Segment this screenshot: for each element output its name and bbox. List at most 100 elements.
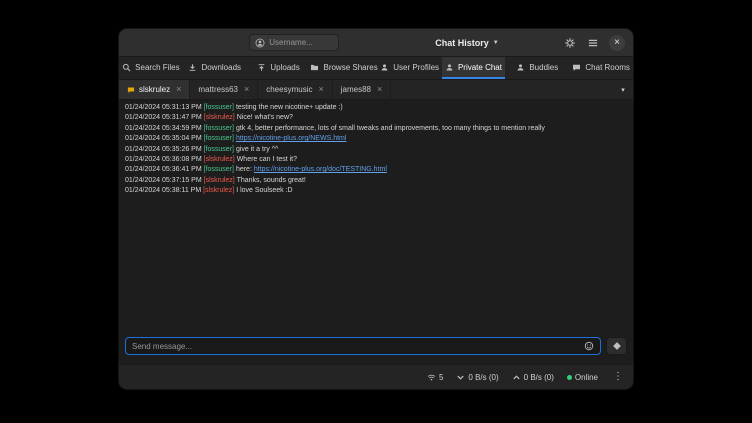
upload-rate: 0 B/s (0) xyxy=(524,373,554,382)
hamburger-menu-icon xyxy=(587,37,599,49)
window-close-button[interactable]: × xyxy=(609,35,625,51)
chat-message: 01/24/2024 05:36:41 PM [fossuser] here: … xyxy=(125,165,627,175)
tab-label: Uploads xyxy=(270,63,299,72)
message-timestamp: 01/24/2024 05:36:08 PM xyxy=(125,156,204,163)
tab-buddies[interactable]: Buddies xyxy=(505,57,569,79)
network-icon xyxy=(427,373,436,382)
message-link[interactable]: https://nicotine-plus.org/NEWS.html xyxy=(236,135,347,142)
tab-user-profiles[interactable]: User Profiles xyxy=(378,57,442,79)
chat-tab-james88[interactable]: james88 × xyxy=(333,80,392,99)
close-tab-icon[interactable]: × xyxy=(176,85,181,94)
message-text: Where can I test it? xyxy=(237,156,297,163)
tab-browse-shares[interactable]: Browse Shares xyxy=(310,57,377,79)
emoji-picker-button[interactable] xyxy=(584,341,594,351)
tab-chat-rooms[interactable]: Chat Rooms xyxy=(569,57,633,79)
headerbar: Username... Chat History ▼ × xyxy=(119,29,633,57)
message-timestamp: 01/24/2024 05:36:41 PM xyxy=(125,166,204,173)
username-entry[interactable]: Username... xyxy=(249,34,339,51)
chat-log[interactable]: 01/24/2024 05:31:13 PM [fossuser] testin… xyxy=(119,100,633,333)
tab-label: Chat Rooms xyxy=(585,63,629,72)
status-menu-button[interactable]: ⋮ xyxy=(611,372,625,382)
message-timestamp: 01/24/2024 05:35:04 PM xyxy=(125,135,204,142)
chat-message: 01/24/2024 05:36:08 PM [slskrulez] Where… xyxy=(125,155,627,165)
message-link[interactable]: https://nicotine-plus.org/doc/TESTING.ht… xyxy=(254,166,387,173)
close-tab-icon[interactable]: × xyxy=(318,85,323,94)
chat-message: 01/24/2024 05:38:11 PM [slskrulez] I lov… xyxy=(125,186,627,196)
message-nick: [slskrulez] xyxy=(204,156,235,163)
avatar-icon xyxy=(255,38,265,48)
chat-history-button[interactable]: Chat History ▼ xyxy=(431,36,502,50)
download-rate-status[interactable]: 0 B/s (0) xyxy=(456,373,498,382)
chat-message: 01/24/2024 05:31:47 PM [slskrulez] Nice!… xyxy=(125,113,627,123)
chat-tab-label: mattress63 xyxy=(198,85,238,94)
message-text: give it a try ^^ xyxy=(236,146,278,153)
preferences-button[interactable] xyxy=(563,36,577,50)
download-icon xyxy=(188,63,197,72)
message-text: I love Soulseek :D xyxy=(236,187,292,194)
chat-tab-slskrulez[interactable]: slskrulez × xyxy=(119,80,190,99)
chat-tab-label: james88 xyxy=(341,85,371,94)
download-rate: 0 B/s (0) xyxy=(468,373,498,382)
hilite-icon xyxy=(127,86,135,94)
tab-downloads[interactable]: Downloads xyxy=(183,57,247,79)
gear-icon xyxy=(564,37,576,49)
message-timestamp: 01/24/2024 05:35:26 PM xyxy=(125,146,204,153)
status-bar-right: 5 0 B/s (0) 0 B/s (0) Online ⋮ xyxy=(427,372,625,382)
close-icon: × xyxy=(614,35,620,50)
tab-label: User Profiles xyxy=(393,63,439,72)
chat-history-label: Chat History xyxy=(435,38,489,48)
chat-tab-mattress63[interactable]: mattress63 × xyxy=(190,80,258,99)
message-timestamp: 01/24/2024 05:37:15 PM xyxy=(125,177,204,184)
message-timestamp: 01/24/2024 05:38:11 PM xyxy=(125,187,203,194)
chevron-down-icon: ▼ xyxy=(493,40,499,46)
message-nick: [slskrulez] xyxy=(204,177,235,184)
message-placeholder: Send message... xyxy=(132,342,580,351)
message-nick: [fossuser] xyxy=(204,135,234,142)
tab-label: Browse Shares xyxy=(323,63,377,72)
tab-label: Downloads xyxy=(201,63,241,72)
online-dot-icon xyxy=(567,375,572,380)
upload-rate-status[interactable]: 0 B/s (0) xyxy=(512,373,554,382)
person-icon xyxy=(516,63,525,72)
chat-message: 01/24/2024 05:35:26 PM [fossuser] give i… xyxy=(125,145,627,155)
main-tab-bar: Search Files Downloads Uploads Browse Share… xyxy=(119,57,633,80)
chat-tab-list: slskrulez×mattress63×cheesymusic×james88… xyxy=(119,80,391,99)
tab-private-chat[interactable]: Private Chat xyxy=(442,57,506,79)
tab-search-files[interactable]: Search Files xyxy=(119,57,183,79)
username-placeholder: Username... xyxy=(269,38,313,47)
smiley-icon xyxy=(584,341,594,351)
search-icon xyxy=(122,63,131,72)
chevron-down-icon xyxy=(456,373,465,382)
chat-message: 01/24/2024 05:31:13 PM [fossuser] testin… xyxy=(125,103,627,113)
connections-count: 5 xyxy=(439,373,443,382)
message-text: Nice! what's new? xyxy=(237,114,293,121)
chat-tab-bar: slskrulez×mattress63×cheesymusic×james88… xyxy=(119,80,633,100)
message-text: gtk 4, better performance, lots of small… xyxy=(236,125,545,132)
headerbar-controls: × xyxy=(503,35,625,51)
message-nick: [fossuser] xyxy=(204,166,234,173)
person-icon xyxy=(380,63,389,72)
message-timestamp: 01/24/2024 05:34:59 PM xyxy=(125,125,204,132)
chat-message: 01/24/2024 05:37:15 PM [slskrulez] Thank… xyxy=(125,176,627,186)
chat-help-button[interactable] xyxy=(606,337,627,355)
chat-tab-label: slskrulez xyxy=(139,85,170,94)
chat-icon xyxy=(572,63,581,72)
chat-tab-label: cheesymusic xyxy=(266,85,312,94)
message-nick: [slskrulez] xyxy=(204,114,235,121)
close-tab-icon[interactable]: × xyxy=(244,85,249,94)
status-bar: 5 0 B/s (0) 0 B/s (0) Online ⋮ xyxy=(119,364,633,389)
message-nick: [fossuser] xyxy=(204,146,234,153)
tab-uploads[interactable]: Uploads xyxy=(247,57,311,79)
main-menu-button[interactable] xyxy=(586,36,600,50)
tab-label: Private Chat xyxy=(458,63,502,72)
chat-tab-cheesymusic[interactable]: cheesymusic × xyxy=(258,80,333,99)
person-icon xyxy=(445,63,454,72)
chevron-down-icon: ▾ xyxy=(621,86,625,94)
tab-overflow-button[interactable]: ▾ xyxy=(613,80,633,99)
connections-status[interactable]: 5 xyxy=(427,373,443,382)
chevron-up-icon xyxy=(512,373,521,382)
close-tab-icon[interactable]: × xyxy=(377,85,382,94)
connection-status[interactable]: Online xyxy=(567,373,598,382)
message-text: Thanks, sounds great! xyxy=(237,177,306,184)
message-input[interactable]: Send message... xyxy=(125,337,601,355)
